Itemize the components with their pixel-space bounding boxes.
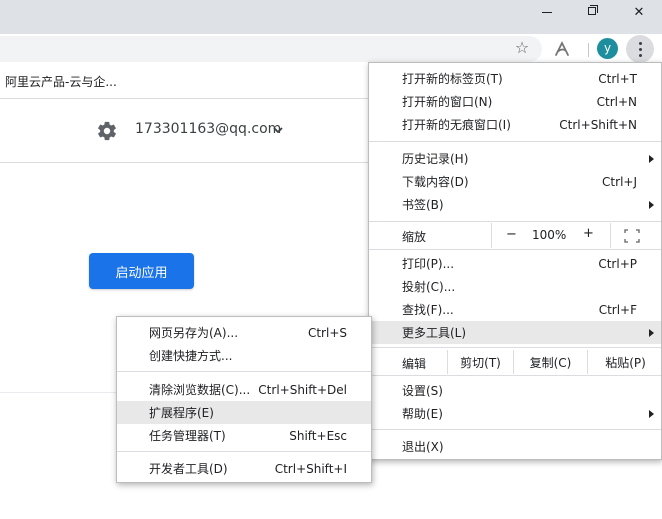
gear-icon[interactable] xyxy=(96,120,118,142)
menu-item-exit[interactable]: 退出(X) xyxy=(369,435,661,458)
minimize-button[interactable] xyxy=(524,0,570,24)
more-tools-submenu: 网页另存为(A)... Ctrl+S 创建快捷方式... 清除浏览数据(C)..… xyxy=(116,316,372,483)
menu-item-label: 更多工具(L) xyxy=(402,326,467,340)
close-button[interactable]: ✕ xyxy=(616,0,662,24)
menu-item-label: 打开新的标签页(T) xyxy=(402,72,503,86)
menu-item-label: 帮助(E) xyxy=(402,407,443,421)
menu-item-shortcut: Ctrl+S xyxy=(307,325,347,340)
menu-item-shortcut: Ctrl+J xyxy=(602,174,637,189)
menu-item-clear-browsing-data[interactable]: 清除浏览数据(C)... Ctrl+Shift+Del xyxy=(117,378,371,401)
menu-item-label: 扩展程序(E) xyxy=(149,406,214,420)
menu-item-print[interactable]: 打印(P)... Ctrl+P xyxy=(369,252,661,275)
menu-item-new-tab[interactable]: 打开新的标签页(T) Ctrl+T xyxy=(369,67,661,90)
menu-item-label: 打印(P)... xyxy=(402,257,455,271)
menu-item-bookmarks[interactable]: 书签(B) xyxy=(369,193,661,216)
zoom-in-button[interactable]: + xyxy=(583,226,594,241)
close-icon: ✕ xyxy=(633,4,645,20)
menu-item-shortcut: Ctrl+Shift+Del xyxy=(258,382,347,397)
toolbar-separator xyxy=(588,43,589,57)
menu-item-label: 打开新的窗口(N) xyxy=(402,95,493,109)
browser-toolbar: ☆ y xyxy=(0,34,662,63)
submenu-arrow-icon xyxy=(649,410,654,418)
menu-item-shortcut: Ctrl+Shift+N xyxy=(559,117,637,132)
menu-item-downloads[interactable]: 下载内容(D) Ctrl+J xyxy=(369,170,661,193)
kebab-dot-icon xyxy=(638,53,642,57)
menu-item-shortcut: Ctrl+T xyxy=(598,71,637,86)
zoom-out-button[interactable]: − xyxy=(506,227,517,242)
menu-item-settings[interactable]: 设置(S) xyxy=(369,379,661,402)
submenu-arrow-icon xyxy=(649,201,654,209)
zoom-level: 100% xyxy=(532,228,567,242)
copy-button[interactable]: 复制(C) xyxy=(513,350,587,374)
profile-avatar[interactable]: y xyxy=(597,38,618,59)
chrome-main-menu: 打开新的标签页(T) Ctrl+T 打开新的窗口(N) Ctrl+N 打开新的无… xyxy=(368,62,662,460)
submenu-arrow-icon xyxy=(649,329,654,337)
menu-item-label: 查找(F)... xyxy=(402,303,454,317)
menu-item-developer-tools[interactable]: 开发者工具(D) Ctrl+Shift+I xyxy=(117,457,371,480)
menu-item-task-manager[interactable]: 任务管理器(T) Shift+Esc xyxy=(117,424,371,447)
kebab-dot-icon xyxy=(638,47,642,51)
minimize-icon xyxy=(542,11,552,13)
menu-item-label: 创建快捷方式... xyxy=(149,349,233,363)
menu-separator xyxy=(117,371,371,372)
menu-item-label: 清除浏览数据(C)... xyxy=(149,383,251,397)
menu-item-new-window[interactable]: 打开新的窗口(N) Ctrl+N xyxy=(369,90,661,113)
menu-item-label: 任务管理器(T) xyxy=(149,429,226,443)
pdf-extension-icon[interactable] xyxy=(553,40,571,58)
chevron-down-icon[interactable] xyxy=(271,123,285,137)
menu-separator xyxy=(369,141,661,142)
menu-separator xyxy=(369,221,661,222)
zoom-row: 缩放 − 100% + xyxy=(369,223,661,248)
restore-icon-front xyxy=(588,7,596,15)
menu-separator xyxy=(369,249,661,250)
cut-button[interactable]: 剪切(T) xyxy=(447,350,513,374)
menu-item-create-shortcut[interactable]: 创建快捷方式... xyxy=(117,344,371,367)
account-header: 173301163@qq.com xyxy=(0,99,372,163)
kebab-dot-icon xyxy=(638,41,642,45)
menu-item-label: 历史记录(H) xyxy=(402,152,469,166)
fullscreen-icon[interactable] xyxy=(624,229,640,243)
menu-separator xyxy=(117,451,371,452)
menu-item-label: 退出(X) xyxy=(402,440,444,454)
menu-separator xyxy=(369,347,661,348)
menu-item-new-incognito-window[interactable]: 打开新的无痕窗口(I) Ctrl+Shift+N xyxy=(369,113,661,136)
edit-label: 编辑 xyxy=(402,357,427,371)
bookmark-item[interactable]: 阿里云产品-云与企... xyxy=(5,73,117,90)
menu-item-shortcut: Ctrl+N xyxy=(596,94,637,109)
bookmark-star-icon[interactable]: ☆ xyxy=(512,38,532,58)
menu-item-shortcut: Ctrl+Shift+I xyxy=(274,461,347,476)
menu-item-label: 打开新的无痕窗口(I) xyxy=(402,118,511,132)
menu-item-label: 投射(C)... xyxy=(402,280,456,294)
zoom-control: − 100% + xyxy=(491,223,611,248)
paste-button[interactable]: 粘贴(P) xyxy=(587,350,662,374)
title-bar: ✕ xyxy=(0,0,662,34)
chrome-menu-button[interactable] xyxy=(626,35,654,63)
menu-item-history[interactable]: 历史记录(H) xyxy=(369,147,661,170)
menu-item-shortcut: Ctrl+P xyxy=(598,256,637,271)
menu-item-label: 开发者工具(D) xyxy=(149,462,228,476)
restore-button[interactable] xyxy=(570,0,616,24)
menu-item-help[interactable]: 帮助(E) xyxy=(369,402,661,425)
menu-item-more-tools[interactable]: 更多工具(L) xyxy=(369,321,661,344)
menu-item-label: 下载内容(D) xyxy=(402,175,469,189)
menu-item-find[interactable]: 查找(F)... Ctrl+F xyxy=(369,298,661,321)
menu-item-label: 书签(B) xyxy=(402,198,444,212)
menu-item-label: 设置(S) xyxy=(402,384,443,398)
submenu-arrow-icon xyxy=(649,155,654,163)
menu-item-save-page-as[interactable]: 网页另存为(A)... Ctrl+S xyxy=(117,321,371,344)
menu-item-cast[interactable]: 投射(C)... xyxy=(369,275,661,298)
menu-item-label: 网页另存为(A)... xyxy=(149,326,239,340)
zoom-label: 缩放 xyxy=(402,230,427,244)
menu-item-shortcut: Shift+Esc xyxy=(289,428,347,443)
menu-separator xyxy=(369,375,661,376)
launch-app-button[interactable]: 启动应用 xyxy=(89,253,194,289)
menu-item-extensions[interactable]: 扩展程序(E) xyxy=(117,401,371,424)
address-bar[interactable] xyxy=(0,36,542,62)
menu-separator xyxy=(369,429,661,430)
account-email[interactable]: 173301163@qq.com xyxy=(135,121,281,137)
edit-row: 编辑 剪切(T) 复制(C) 粘贴(P) xyxy=(369,350,661,374)
menu-item-shortcut: Ctrl+F xyxy=(598,302,637,317)
